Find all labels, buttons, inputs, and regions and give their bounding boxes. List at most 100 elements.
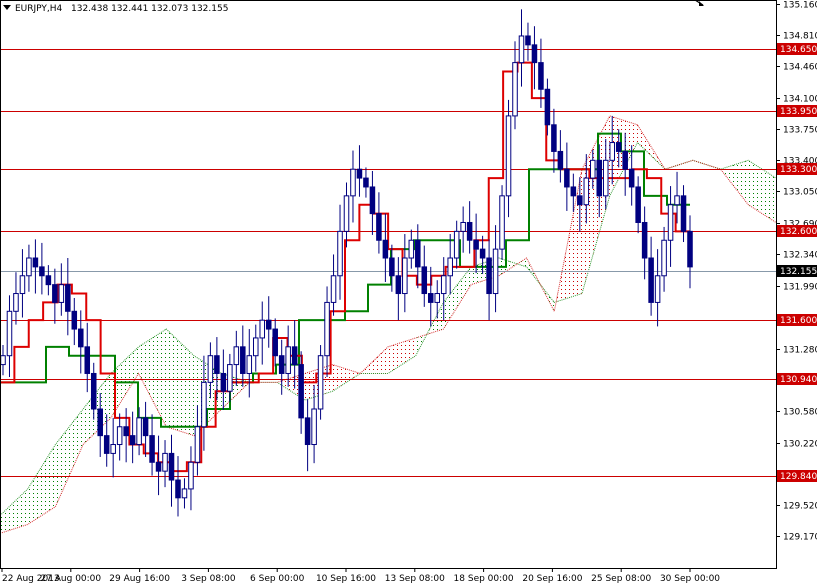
- candle-body: [207, 355, 214, 383]
- y-tick-label: 135.160: [783, 1, 817, 11]
- candle-body: [408, 239, 415, 259]
- candle-body: [460, 221, 466, 232]
- candle-body: [19, 275, 26, 295]
- y-tick-label: 130.220: [783, 440, 817, 450]
- candle-body: [246, 355, 253, 374]
- candle-body: [661, 239, 667, 277]
- candle-body: [330, 275, 337, 303]
- y-tick-label: 131.990: [783, 283, 817, 293]
- level-label: 129.840: [780, 472, 817, 482]
- candle[interactable]: [317, 345, 324, 420]
- candle-body: [259, 319, 266, 339]
- candle-body: [557, 150, 564, 170]
- candle-body: [39, 266, 45, 277]
- candle-body: [0, 355, 6, 366]
- candle-body: [466, 221, 473, 241]
- candle-body: [369, 186, 376, 215]
- candle-body: [602, 159, 609, 197]
- candle-body: [201, 381, 207, 428]
- candle-body: [505, 115, 512, 197]
- candle-body: [427, 293, 434, 303]
- candle-body: [363, 177, 369, 188]
- candle-body: [337, 230, 343, 277]
- candle-body: [162, 452, 168, 472]
- candle-body: [583, 177, 590, 206]
- x-tick-label: 6 Sep 00:00: [250, 574, 305, 584]
- candle-body: [65, 284, 71, 312]
- x-tick-label: 13 Sep 08:00: [385, 574, 445, 584]
- candle-body: [615, 142, 622, 152]
- candle-body: [129, 435, 136, 446]
- x-tick-label: 27 Aug 00:00: [40, 574, 101, 584]
- candle-body: [525, 35, 531, 46]
- candle-body: [233, 346, 240, 366]
- x-tick-label: 25 Sep 08:00: [591, 574, 651, 584]
- candle-body: [136, 417, 142, 446]
- candle-body: [570, 186, 577, 197]
- y-tick-label: 133.050: [783, 188, 817, 198]
- candle-body: [680, 195, 687, 232]
- y-tick-label: 132.340: [783, 251, 817, 261]
- candle-body: [596, 159, 603, 197]
- candle-body: [486, 257, 492, 295]
- candle-body: [168, 452, 175, 481]
- y-tick-label: 134.460: [783, 63, 817, 73]
- candle-body: [240, 346, 246, 374]
- candle-body: [116, 426, 123, 446]
- candle-body: [194, 426, 201, 463]
- candle-body: [317, 355, 324, 410]
- candle-body: [590, 159, 596, 179]
- x-tick-label: 18 Sep 00:00: [454, 574, 514, 584]
- candle-body: [544, 88, 551, 126]
- y-tick-label: 134.810: [783, 32, 817, 42]
- candle-body: [252, 337, 259, 357]
- candle[interactable]: [499, 185, 505, 260]
- candle-body: [641, 221, 648, 259]
- x-tick-label: 20 Sep 16:00: [522, 574, 582, 584]
- candle-body: [181, 488, 188, 499]
- ohlc-readout: 132.438 132.441 132.073 132.155: [71, 4, 228, 14]
- candle-body: [123, 426, 129, 437]
- candle-body: [421, 266, 428, 295]
- candle-body: [350, 168, 356, 197]
- candle-body: [402, 257, 408, 295]
- candle-body: [58, 284, 65, 303]
- x-tick-label: 10 Sep 16:00: [316, 574, 376, 584]
- candle-body: [512, 62, 518, 117]
- candle-body: [149, 435, 155, 463]
- candle-body: [6, 310, 13, 357]
- candle-body: [84, 346, 91, 374]
- candle-body: [453, 230, 460, 259]
- candle-body: [265, 319, 272, 330]
- candle-body: [291, 346, 298, 366]
- candle-body: [609, 142, 615, 161]
- candle-body: [667, 204, 674, 241]
- candle-body: [103, 435, 110, 454]
- y-tick-label: 130.580: [783, 408, 817, 418]
- y-tick-label: 129.170: [783, 533, 817, 543]
- candle-body: [687, 230, 693, 268]
- candle-body: [551, 124, 557, 152]
- candle-body: [220, 372, 227, 392]
- candle-body: [26, 257, 32, 277]
- candle-body: [628, 168, 635, 188]
- candle-body: [648, 257, 654, 303]
- level-label: 133.300: [780, 165, 817, 175]
- candle-body: [188, 461, 194, 490]
- y-tick-label: 133.750: [783, 126, 817, 136]
- candle-body: [298, 364, 304, 419]
- candle-body: [622, 150, 628, 170]
- candle-body: [278, 355, 285, 374]
- y-tick-label: 131.280: [783, 346, 817, 356]
- chart-background: [0, 0, 817, 587]
- candle-body: [304, 417, 311, 446]
- candle-body: [531, 44, 538, 64]
- candle-body: [447, 257, 453, 277]
- candle-body: [71, 310, 78, 330]
- candle-body: [285, 346, 291, 374]
- candle-body: [499, 195, 505, 250]
- candle-body: [90, 372, 97, 410]
- candle-body: [538, 62, 544, 90]
- candle-body: [142, 417, 149, 437]
- chart[interactable]: 135.160134.810134.460134.100133.750133.4…: [0, 0, 817, 587]
